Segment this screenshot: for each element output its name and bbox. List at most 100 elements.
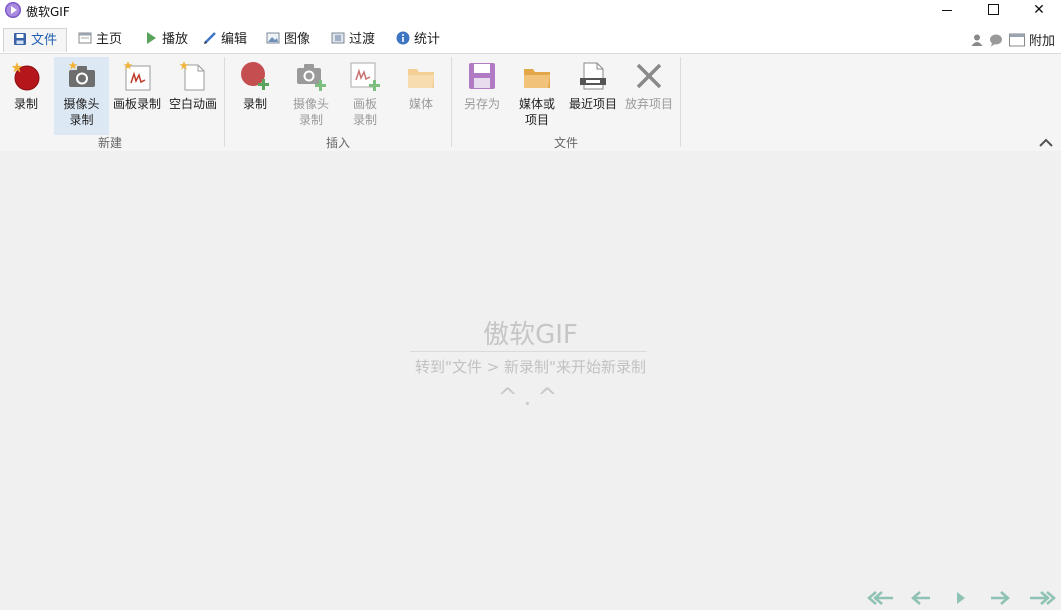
minimize-button[interactable] <box>924 0 970 20</box>
title-bar: 傲软GIF ✕ <box>0 0 1061 26</box>
pencil-icon <box>203 30 217 44</box>
new-record-button[interactable]: 录制 <box>4 57 48 131</box>
recent-projects-button[interactable]: 最近项目 <box>566 57 620 131</box>
home-icon <box>78 30 92 44</box>
welcome-divider <box>410 351 647 352</box>
recent-file-icon <box>577 60 609 92</box>
close-button[interactable]: ✕ <box>1016 0 1061 20</box>
extras-label[interactable]: 附加 <box>1029 34 1055 49</box>
blank-page-icon <box>177 60 209 92</box>
tab-play[interactable]: 播放 <box>144 28 188 52</box>
camera-add-icon <box>295 60 327 92</box>
double-arrow-left-icon <box>867 591 893 605</box>
button-label: 媒体 <box>408 97 433 111</box>
welcome-title: 傲软GIF <box>483 320 578 350</box>
close-icon: ✕ <box>1033 2 1045 18</box>
new-board-record-button[interactable]: 画板录制 <box>110 57 164 131</box>
camera-icon <box>66 60 98 92</box>
open-media-or-project-button[interactable]: 媒体或 项目 <box>514 57 560 135</box>
image-icon <box>266 30 280 44</box>
button-label: 录制 <box>242 97 267 111</box>
arrow-left-icon <box>911 591 930 605</box>
group-label-insert: 插入 <box>325 136 350 150</box>
maximize-button[interactable] <box>970 0 1016 20</box>
canvas-area: 傲软GIF 转到"文件 > 新录制"来开始新录制 ^.^ <box>0 151 1061 591</box>
folder-icon <box>521 60 553 92</box>
extras-icon[interactable] <box>1009 33 1026 47</box>
minimize-icon <box>942 10 952 11</box>
button-label-line2: 录制 <box>69 113 94 127</box>
save-as-button[interactable]: 另存为 <box>459 57 505 131</box>
group-label-file: 文件 <box>553 136 578 150</box>
button-label: 放弃项目 <box>624 97 673 111</box>
feedback-icon[interactable] <box>989 33 1003 47</box>
transition-icon <box>331 30 345 44</box>
new-webcam-record-button[interactable]: 摄像头 录制 <box>54 57 109 135</box>
button-label: 空白动画 <box>168 97 217 111</box>
discard-project-button[interactable]: 放弃项目 <box>622 57 676 131</box>
button-label: 画板录制 <box>112 97 161 111</box>
button-label-line2: 录制 <box>352 113 377 127</box>
button-label-line1: 媒体或 <box>518 97 555 111</box>
tab-label: 播放 <box>162 32 189 47</box>
group-label-new: 新建 <box>97 136 122 150</box>
previous-frame-button[interactable] <box>906 589 940 607</box>
button-label-line1: 画板 <box>352 97 377 111</box>
button-label: 另存为 <box>463 97 500 111</box>
insert-media-button[interactable]: 媒体 <box>398 57 444 131</box>
button-label-line1: 摄像头 <box>292 97 329 111</box>
button-label: 最近项目 <box>568 97 617 111</box>
welcome-face: ^.^ <box>497 383 564 411</box>
tab-transition[interactable]: 过渡 <box>331 28 375 52</box>
insert-record-button[interactable]: 录制 <box>232 57 278 131</box>
ribbon-panel: 录制 摄像头 录制 画板录制 空白动画 新建 录制 摄像头 录制 画板 录制 媒… <box>0 53 1061 152</box>
status-bar <box>0 586 1061 607</box>
group-separator <box>451 57 452 147</box>
ribbon-tab-bar: 文件 主页 播放 编辑 图像 过渡 统计 <box>0 26 1061 53</box>
floppy-disk-icon <box>466 60 498 92</box>
tab-label: 图像 <box>284 32 311 47</box>
button-label: 录制 <box>13 97 38 111</box>
maximize-icon <box>987 4 999 15</box>
tab-label: 编辑 <box>221 32 248 47</box>
last-frame-button[interactable] <box>1024 589 1058 607</box>
tab-label: 过渡 <box>349 32 376 47</box>
play-icon <box>957 592 965 604</box>
tab-label: 主页 <box>96 32 123 47</box>
app-logo-icon <box>5 2 21 18</box>
save-icon <box>13 31 27 45</box>
tab-image[interactable]: 图像 <box>266 28 310 52</box>
extras-toolbar: 附加 <box>970 30 1055 49</box>
group-separator <box>224 57 225 147</box>
tab-file[interactable]: 文件 <box>3 28 67 52</box>
insert-webcam-record-button[interactable]: 摄像头 录制 <box>286 57 336 135</box>
next-frame-button[interactable] <box>985 589 1019 607</box>
play-icon <box>144 30 158 44</box>
insert-board-record-button[interactable]: 画板 录制 <box>342 57 388 135</box>
collapse-ribbon-chevron-up-icon[interactable] <box>1039 137 1053 147</box>
welcome-hint: 转到"文件 > 新录制"来开始新录制 <box>415 358 646 376</box>
button-label-line2: 项目 <box>524 113 549 127</box>
user-icon[interactable] <box>970 33 984 47</box>
arrow-right-icon <box>991 591 1010 605</box>
new-blank-animation-button[interactable]: 空白动画 <box>166 57 220 131</box>
button-label-line2: 录制 <box>298 113 323 127</box>
board-icon <box>121 60 153 92</box>
first-frame-button[interactable] <box>865 589 899 607</box>
record-icon <box>10 60 42 92</box>
group-separator <box>680 57 681 147</box>
tab-edit[interactable]: 编辑 <box>203 28 247 52</box>
x-icon <box>633 60 665 92</box>
tab-home[interactable]: 主页 <box>78 28 122 52</box>
info-icon <box>396 30 410 45</box>
board-add-icon <box>349 60 381 92</box>
tab-label: 统计 <box>414 32 441 47</box>
button-label-line1: 摄像头 <box>63 97 100 111</box>
double-arrow-right-icon <box>1030 591 1056 605</box>
tab-statistics[interactable]: 统计 <box>396 28 440 52</box>
tab-label: 文件 <box>31 33 58 48</box>
record-add-icon <box>239 60 271 92</box>
window-title: 傲软GIF <box>26 5 70 19</box>
folder-icon <box>405 60 437 92</box>
play-frames-button[interactable] <box>946 589 980 607</box>
